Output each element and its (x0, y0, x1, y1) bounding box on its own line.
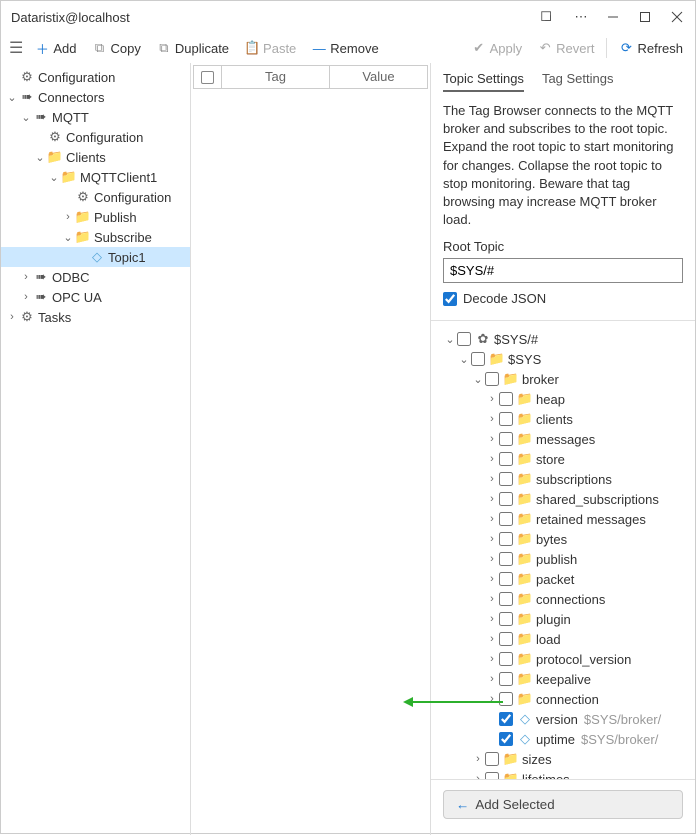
maximize-button[interactable] (629, 2, 661, 32)
tree-item-clients[interactable]: ⌄📁Clients (1, 147, 190, 167)
tab-topic-settings[interactable]: Topic Settings (443, 71, 524, 92)
decode-json-label: Decode JSON (463, 291, 546, 306)
tag-value-panel: Tag Value (191, 63, 431, 835)
tree-item-tasks[interactable]: ›⚙Tasks (1, 307, 190, 327)
duplicate-button[interactable]: ⧉Duplicate (153, 39, 233, 58)
browser-sizes[interactable]: ›📁sizes (443, 749, 683, 769)
root-topic-input[interactable] (443, 258, 683, 283)
add-button[interactable]: ＋Add (31, 39, 80, 58)
apply-button: ✔Apply (468, 39, 527, 58)
tree-item-publish[interactable]: ›📁Publish (1, 207, 190, 227)
root-topic-label: Root Topic (443, 239, 683, 254)
browser-connections[interactable]: ›📁connections (443, 589, 683, 609)
main-toolbar: ☰ ＋Add ⧉Copy ⧉Duplicate 📋Paste —Remove ✔… (1, 33, 695, 63)
navigation-tree[interactable]: ⚙Configuration ⌄➠Connectors ⌄➠MQTT ⚙Conf… (1, 63, 191, 835)
tree-item-odbc[interactable]: ›➠ODBC (1, 267, 190, 287)
column-tag[interactable]: Tag (222, 66, 330, 88)
arrow-left-icon: ← (456, 797, 469, 812)
menu-icon[interactable]: ☰ (9, 38, 23, 58)
browser-sys[interactable]: ⌄📁$SYS (443, 349, 683, 369)
refresh-button[interactable]: ⟳Refresh (615, 39, 687, 58)
remove-button[interactable]: —Remove (308, 39, 382, 58)
browser-retained-messages[interactable]: ›📁retained messages (443, 509, 683, 529)
browser-version[interactable]: ◇version$SYS/broker/ (443, 709, 683, 729)
select-all-checkbox[interactable] (201, 71, 214, 84)
browser-packet[interactable]: ›📁packet (443, 569, 683, 589)
tree-item-topic1[interactable]: ◇Topic1 (1, 247, 190, 267)
browser-subscriptions[interactable]: ›📁subscriptions (443, 469, 683, 489)
tree-item-connectors[interactable]: ⌄➠Connectors (1, 87, 190, 107)
popout-icon[interactable] (535, 5, 559, 29)
more-icon[interactable]: ⋯ (565, 2, 597, 32)
tree-item-opcua[interactable]: ›➠OPC UA (1, 287, 190, 307)
browser-keepalive[interactable]: ›📁keepalive (443, 669, 683, 689)
browser-bytes[interactable]: ›📁bytes (443, 529, 683, 549)
browser-heap[interactable]: ›📁heap (443, 389, 683, 409)
copy-button[interactable]: ⧉Copy (88, 39, 144, 58)
minimize-button[interactable] (597, 2, 629, 32)
browser-description: The Tag Browser connects to the MQTT bro… (443, 102, 683, 229)
tag-table-header: Tag Value (193, 65, 428, 89)
browser-shared-subscriptions[interactable]: ›📁shared_subscriptions (443, 489, 683, 509)
browser-protocol-version[interactable]: ›📁protocol_version (443, 649, 683, 669)
browser-root[interactable]: ⌄✿$SYS/# (443, 329, 683, 349)
tree-item-mqtt-config[interactable]: ⚙Configuration (1, 127, 190, 147)
window-title: Dataristix@localhost (11, 10, 130, 25)
tree-item-configuration[interactable]: ⚙Configuration (1, 67, 190, 87)
paste-button: 📋Paste (241, 39, 300, 58)
browser-store[interactable]: ›📁store (443, 449, 683, 469)
browser-connection[interactable]: ›📁connection (443, 689, 683, 709)
browser-plugin[interactable]: ›📁plugin (443, 609, 683, 629)
close-button[interactable] (661, 2, 693, 32)
tree-item-mqttclient1[interactable]: ⌄📁MQTTClient1 (1, 167, 190, 187)
window-titlebar: Dataristix@localhost ⋯ (1, 1, 695, 33)
tree-item-client-config[interactable]: ⚙Configuration (1, 187, 190, 207)
tab-tag-settings[interactable]: Tag Settings (542, 71, 614, 92)
browser-publish[interactable]: ›📁publish (443, 549, 683, 569)
settings-tabs: Topic Settings Tag Settings (431, 63, 695, 96)
browser-clients[interactable]: ›📁clients (443, 409, 683, 429)
browser-lifetimes[interactable]: ›📁lifetimes (443, 769, 683, 779)
tree-item-mqtt[interactable]: ⌄➠MQTT (1, 107, 190, 127)
browser-broker[interactable]: ⌄📁broker (443, 369, 683, 389)
revert-button: ↶Revert (534, 39, 598, 58)
browser-load[interactable]: ›📁load (443, 629, 683, 649)
tag-browser-tree[interactable]: ⌄✿$SYS/# ⌄📁$SYS ⌄📁broker ›📁heap ›📁client… (443, 329, 683, 779)
settings-panel: Topic Settings Tag Settings The Tag Brow… (431, 63, 695, 835)
decode-json-checkbox[interactable] (443, 292, 457, 306)
browser-uptime[interactable]: ◇uptime$SYS/broker/ (443, 729, 683, 749)
tree-item-subscribe[interactable]: ⌄📁Subscribe (1, 227, 190, 247)
add-selected-button[interactable]: ← Add Selected (443, 790, 683, 819)
browser-messages[interactable]: ›📁messages (443, 429, 683, 449)
column-value[interactable]: Value (330, 66, 427, 88)
